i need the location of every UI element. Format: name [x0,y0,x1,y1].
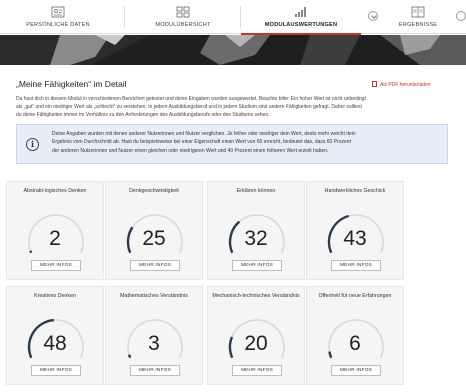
tab-divider [124,6,125,28]
ability-score: 2 [49,227,61,250]
more-info-button[interactable]: MEHR INFOS [331,260,381,271]
tab-module-overview[interactable]: MODULÜBERSICHT [126,0,240,34]
ability-card: Mathematisches Verständnis 3 MEHR INFOS [105,286,203,385]
pdf-link-label: Als PDF herunterladen [380,82,431,88]
tab-label: PERSÖNLICHE DATEN [26,22,90,28]
intro-line: Du hast dich in diesem Modul in verschie… [16,96,366,102]
ability-label: Mathematisches Verständnis [120,293,188,299]
tab-module-evaluations[interactable]: MODULAUSWERTUNGEN [241,0,361,35]
ability-score: 6 [349,332,361,355]
more-info-button[interactable]: MEHR INFOS [130,365,180,376]
ability-label: Offenheit für neue Erfahrungen [318,293,392,299]
tab-results[interactable]: ERGEBNISSE [380,0,456,34]
pdf-icon [372,81,377,87]
intro-line: als „gut“ und ein niedriger Wert als „sc… [16,104,362,111]
hero-image [0,35,466,65]
module-tab-bar: PERSÖNLICHE DATEN MODULÜBERSICHT MODULAU… [0,0,466,35]
info-line: Deine Angaben wurden mit denen anderer N… [52,131,356,137]
chevron-right-icon[interactable] [456,11,466,21]
ability-label: Handwerkliches Geschick [324,188,386,194]
chevron-down-icon[interactable] [368,11,378,21]
more-info-button[interactable]: MEHR INFOS [31,260,81,271]
ability-score: 20 [244,332,268,355]
info-line: Ergebnis vom Durchschnitt ab. Hast du be… [52,139,351,146]
more-info-button[interactable]: MEHR INFOS [130,260,180,271]
ability-label: Denkgeschwindigkeit [129,188,179,194]
module-overview-icon [176,6,190,18]
tab-label: MODULÜBERSICHT [155,22,211,28]
page-title: „Meine Fähigkeiten“ im Detail [16,79,127,89]
more-info-button[interactable]: MEHR INFOS [31,365,81,376]
ability-card: Kreatives Denken 48 MEHR INFOS [6,286,104,385]
ability-label: Mechanisch-technisches Verständnis [212,293,300,299]
ability-card: Abstrakt-logisches Denken 2 MEHR INFOS [6,181,104,280]
ability-score: 3 [148,332,160,355]
more-info-button[interactable]: MEHR INFOS [232,260,282,271]
intro-line: du deine Fähigkeiten immer im Verhältnis… [16,112,270,119]
tab-label: MODULAUSWERTUNGEN [264,22,338,28]
ability-card: Handwerkliches Geschick 43 MEHR INFOS [306,181,404,280]
gauge-fill [29,250,33,254]
ability-label: Abstrakt-logisches Denken [23,188,87,194]
pdf-download-link[interactable]: Als PDF herunterladen [372,81,431,88]
ability-score: 43 [343,227,367,250]
ability-label: Kreatives Denken [34,293,76,299]
ability-label: Erklären können [236,188,276,194]
intro-text: Du hast dich in diesem Modul in verschie… [16,95,448,120]
ability-card: Denkgeschwindigkeit 25 MEHR INFOS [105,181,203,280]
tab-personal-data[interactable]: PERSÖNLICHE DATEN [0,0,116,34]
ability-card: Mechanisch-technisches Verständnis 20 MEHR… [207,286,305,385]
personal-data-icon [51,6,65,18]
info-text: Deine Angaben wurden mit denen anderer N… [52,130,440,155]
ability-card: Erklären können 32 MEHR INFOS [207,181,305,280]
bar-chart-icon [295,7,306,17]
ability-score: 48 [43,332,67,355]
info-line: der anderen Nutzerinnen und Nutzer einen… [52,147,329,154]
info-icon: i [26,138,39,151]
ability-score: 25 [142,227,166,250]
tab-label: ERGEBNISSE [398,22,438,28]
more-info-button[interactable]: MEHR INFOS [232,365,282,376]
info-box: i Deine Angaben wurden mit denen anderer… [16,124,448,164]
results-icon [411,6,425,18]
more-info-button[interactable]: MEHR INFOS [331,365,381,376]
ability-card: Offenheit für neue Erfahrungen 6 MEHR INFO… [306,286,404,385]
ability-score: 32 [244,227,268,250]
